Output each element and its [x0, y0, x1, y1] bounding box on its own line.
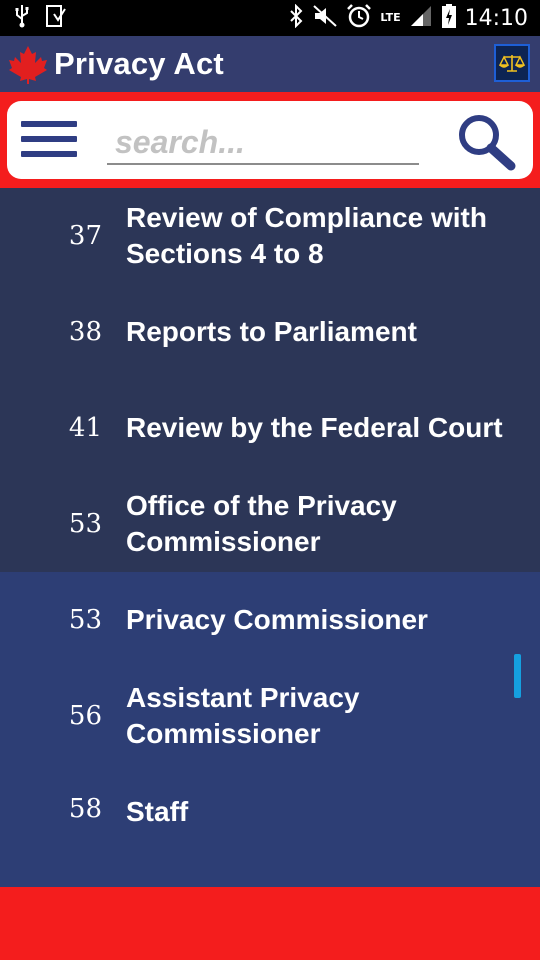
hamburger-menu-button[interactable] — [21, 121, 77, 161]
section-number: 58 — [68, 794, 102, 824]
mute-icon — [312, 4, 338, 33]
bluetooth-icon — [288, 3, 304, 33]
search-box — [7, 101, 533, 179]
search-bar-container — [0, 92, 540, 188]
battery-icon — [441, 3, 457, 34]
search-icon[interactable] — [455, 113, 517, 171]
maple-leaf-icon — [8, 44, 48, 84]
section-number: 37 — [68, 221, 102, 251]
clock: 14:10 — [464, 5, 528, 31]
section-title: Review by the Federal Court — [126, 412, 503, 443]
list-item[interactable]: 53 Office of the Privacy Commissioner — [0, 476, 540, 572]
section-number: 56 — [68, 701, 102, 731]
scrollbar-thumb[interactable] — [514, 654, 521, 698]
network-type: LTE — [380, 11, 401, 24]
section-title: Assistant Privacy Commissioner — [126, 682, 360, 749]
usb-icon — [14, 4, 30, 33]
alarm-icon — [346, 3, 372, 34]
section-title: Privacy Commissioner — [126, 604, 428, 635]
app-bar: Privacy Act — [0, 36, 540, 92]
section-title: Staff — [126, 796, 189, 827]
status-bar: LTE 14:10 — [0, 0, 540, 36]
section-number: 41 — [68, 413, 102, 443]
bottom-bar — [0, 887, 540, 960]
section-list: 37 Review of Compliance with Sections 4 … — [0, 188, 540, 887]
signal-icon — [409, 4, 433, 33]
list-item[interactable]: 41 Review by the Federal Court — [0, 380, 540, 476]
app-title: Privacy Act — [54, 46, 224, 81]
search-input[interactable] — [107, 121, 419, 165]
list-item[interactable]: 37 Review of Compliance with Sections 4 … — [0, 188, 540, 284]
list-item[interactable]: 56 Assistant Privacy Commissioner — [0, 668, 540, 764]
section-number: 38 — [68, 317, 102, 347]
list-item[interactable]: 53 Privacy Commissioner — [0, 572, 540, 668]
menu-line — [21, 121, 77, 127]
section-number: 53 — [68, 509, 102, 539]
section-number: 53 — [68, 605, 102, 635]
menu-line — [21, 151, 77, 157]
download-icon — [44, 4, 66, 33]
list-item[interactable]: 38 Reports to Parliament — [0, 284, 540, 380]
section-title: Reports to Parliament — [126, 316, 417, 347]
list-item[interactable]: 58 Staff — [0, 764, 540, 887]
menu-line — [21, 136, 77, 142]
section-title: Review of Compliance with Sections 4 to … — [126, 202, 487, 269]
section-title: Office of the Privacy Commissioner — [126, 490, 397, 557]
scales-of-justice-icon[interactable] — [494, 44, 530, 82]
